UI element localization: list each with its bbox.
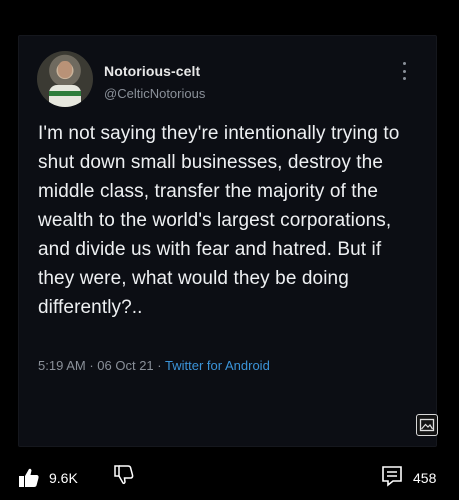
comment-icon[interactable] (380, 464, 404, 488)
tweet-time: 5:19 AM (38, 358, 86, 373)
like-count: 9.6K (49, 470, 78, 486)
post-image-frame: Notorious-celt @CelticNotorious I'm not … (0, 0, 459, 458)
tweet-meta: 5:19 AM · 06 Oct 21 · Twitter for Androi… (38, 358, 270, 373)
thumbs-down-icon[interactable] (112, 463, 136, 487)
meta-separator: · (157, 358, 162, 373)
user-handle[interactable]: @CelticNotorious (104, 86, 205, 101)
display-name[interactable]: Notorious-celt (104, 63, 200, 79)
action-bar: 9.6K 458 (0, 458, 459, 500)
more-vertical-icon[interactable] (401, 62, 407, 80)
tweet-text: I'm not saying they're intentionally try… (38, 123, 400, 318)
meta-separator: · (89, 358, 94, 373)
comment-count: 458 (413, 470, 437, 486)
avatar[interactable] (37, 51, 93, 107)
tweet-date: 06 Oct 21 (97, 358, 154, 373)
image-icon[interactable] (416, 414, 438, 436)
thumbs-up-icon[interactable] (17, 466, 41, 490)
tweet-source[interactable]: Twitter for Android (165, 358, 270, 373)
